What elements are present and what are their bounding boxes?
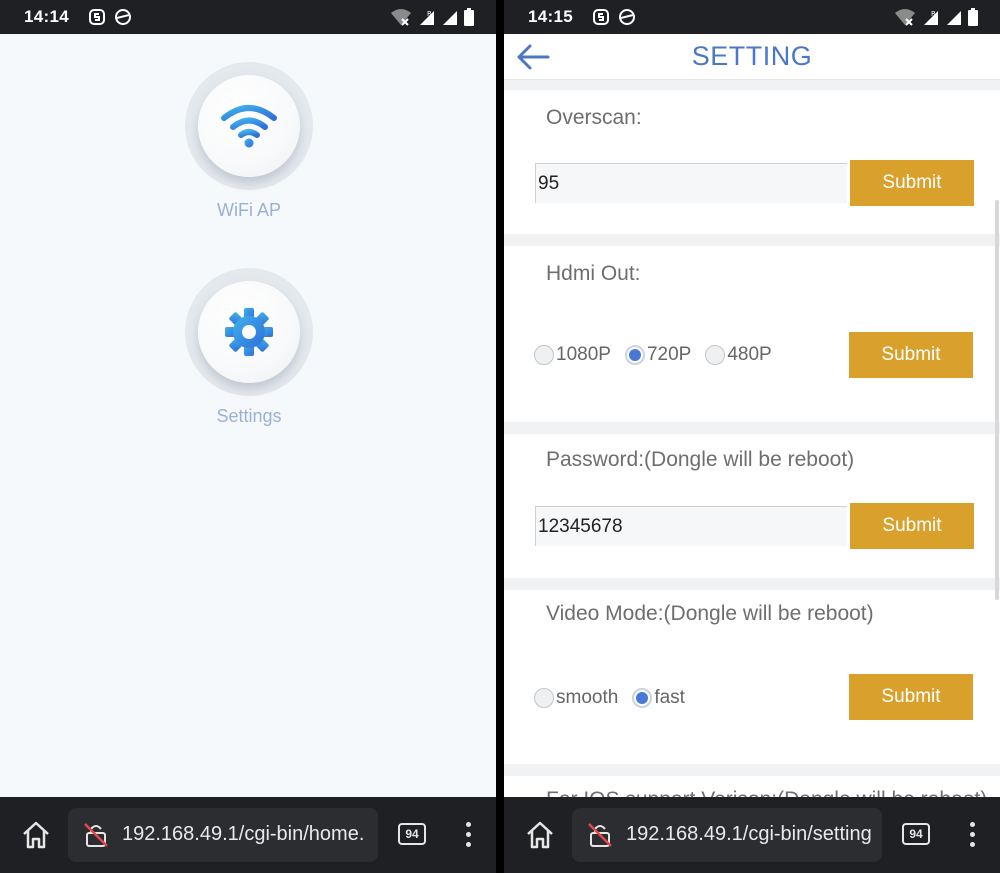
wifi-signal-icon xyxy=(895,9,915,26)
home-icon[interactable] xyxy=(20,819,52,851)
url-text[interactable]: 192.168.49.1/cgi-bin/setting xyxy=(626,823,872,846)
settings-tile[interactable]: Settings xyxy=(184,268,314,427)
hdmi-out-options: 1080P 720P 480P xyxy=(534,344,786,366)
tab-switcher-button[interactable]: 94 xyxy=(398,823,426,845)
address-bar[interactable]: 192.168.49.1/cgi-bin/setting xyxy=(572,808,882,862)
settings-screen: 14:15 R SETTING Overscan: Submit Hdmi Ou… xyxy=(504,0,1000,873)
vpn-key-icon xyxy=(619,9,635,25)
status-bar: 14:14 R xyxy=(0,0,496,34)
vpn-key-icon xyxy=(115,9,131,25)
cell-signal-icon: R xyxy=(924,10,938,25)
wifi-ap-tile[interactable]: WiFi AP xyxy=(184,62,314,221)
radio-button-selected[interactable] xyxy=(632,688,653,708)
scrollbar[interactable] xyxy=(995,200,999,600)
wifi-icon xyxy=(221,105,277,148)
password-input[interactable] xyxy=(535,506,847,546)
settings-button[interactable] xyxy=(185,268,313,396)
radio-button[interactable] xyxy=(534,345,554,365)
settings-header: SETTING xyxy=(504,34,1000,80)
status-bar: 14:15 R xyxy=(504,0,1000,34)
home-icon[interactable] xyxy=(524,819,556,851)
page-title: SETTING xyxy=(691,41,813,71)
video-mode-section: Video Mode:(Dongle will be reboot) smoot… xyxy=(504,590,1000,764)
password-submit-button[interactable]: Submit xyxy=(850,503,974,549)
hdmi-option-720p[interactable]: 720P xyxy=(624,344,691,366)
battery-icon xyxy=(464,8,474,26)
password-label: Password:(Dongle will be reboot) xyxy=(546,448,855,471)
video-option-smooth[interactable]: smooth xyxy=(534,687,618,709)
status-time: 14:15 xyxy=(528,7,573,26)
hdmi-out-section: Hdmi Out: 1080P 720P 480P Submit xyxy=(504,246,1000,422)
battery-icon xyxy=(968,8,978,26)
address-bar[interactable]: 192.168.49.1/cgi-bin/home. xyxy=(68,808,378,862)
hdmi-option-1080p[interactable]: 1080P xyxy=(534,344,611,366)
password-section: Password:(Dongle will be reboot) Submit xyxy=(504,434,1000,578)
app-notification-icon xyxy=(593,9,609,25)
wifi-ap-button[interactable] xyxy=(185,62,313,190)
video-mode-options: smooth fast xyxy=(534,687,699,709)
cell-signal-2-icon xyxy=(947,11,961,25)
radio-button[interactable] xyxy=(534,688,554,708)
cell-signal-icon: R xyxy=(420,10,434,25)
ios-support-label: For IOS support Verison:(Dongle will be … xyxy=(546,788,987,797)
settings-form: Overscan: Submit Hdmi Out: 1080P 720P 48… xyxy=(504,80,1000,797)
status-time: 14:14 xyxy=(24,7,69,26)
video-mode-label: Video Mode:(Dongle will be reboot) xyxy=(546,602,874,625)
app-notification-icon xyxy=(89,9,105,25)
not-secure-icon[interactable] xyxy=(586,821,614,849)
hdmi-out-label: Hdmi Out: xyxy=(546,262,641,285)
wifi-ap-label: WiFi AP xyxy=(216,200,281,220)
hdmi-submit-button[interactable]: Submit xyxy=(849,332,973,378)
overflow-menu-icon[interactable] xyxy=(458,819,478,849)
ios-support-section: For IOS support Verison:(Dongle will be … xyxy=(504,776,1000,797)
radio-button-selected[interactable] xyxy=(624,345,645,365)
svg-text:R: R xyxy=(931,10,936,18)
wifi-signal-icon xyxy=(391,9,411,26)
browser-toolbar: 192.168.49.1/cgi-bin/home. 94 xyxy=(0,797,496,873)
hdmi-option-480p[interactable]: 480P xyxy=(705,344,772,366)
video-option-fast[interactable]: fast xyxy=(632,687,685,709)
radio-button[interactable] xyxy=(705,345,726,365)
overscan-section: Overscan: Submit xyxy=(504,90,1000,234)
not-secure-icon[interactable] xyxy=(82,821,110,849)
settings-label: Settings xyxy=(216,406,282,426)
url-text[interactable]: 192.168.49.1/cgi-bin/home. xyxy=(122,823,364,846)
home-screen: 14:14 R WiFi AP Settings 192.168.49.1/cg… xyxy=(0,0,496,873)
gear-icon xyxy=(225,308,273,356)
overscan-label: Overscan: xyxy=(546,106,642,129)
overflow-menu-icon[interactable] xyxy=(962,819,982,849)
overscan-submit-button[interactable]: Submit xyxy=(850,160,974,206)
overscan-input[interactable] xyxy=(535,163,847,203)
svg-text:R: R xyxy=(427,10,432,18)
tab-switcher-button[interactable]: 94 xyxy=(902,823,930,845)
browser-toolbar: 192.168.49.1/cgi-bin/setting 94 xyxy=(504,797,1000,873)
video-mode-submit-button[interactable]: Submit xyxy=(849,674,973,720)
cell-signal-2-icon xyxy=(443,11,457,25)
